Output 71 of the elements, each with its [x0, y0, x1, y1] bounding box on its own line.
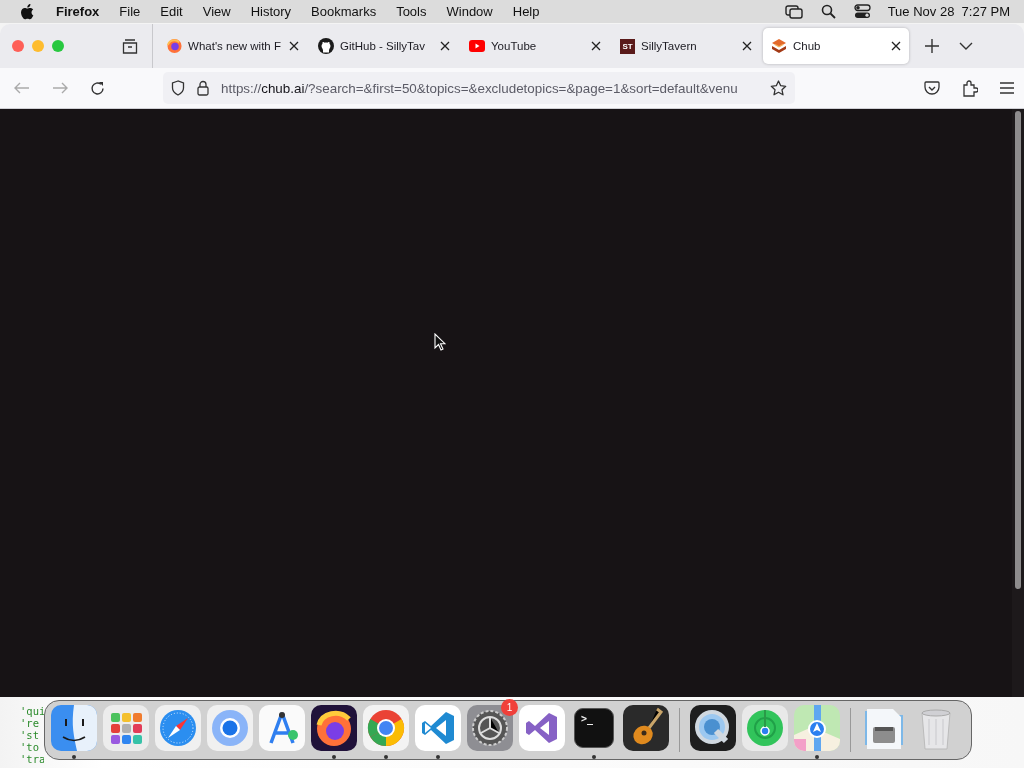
tricolor-ring-icon[interactable] [363, 705, 409, 751]
plus-icon[interactable] [925, 39, 939, 53]
running-indicator [592, 755, 596, 759]
lock-icon[interactable] [197, 80, 209, 96]
gear-icon[interactable] [467, 705, 513, 751]
browser-tab[interactable]: ST SillyTavern [612, 28, 760, 64]
tray-icon[interactable] [122, 38, 138, 54]
apple-icon[interactable] [20, 3, 34, 20]
stacked-layers-icon [771, 38, 787, 54]
control-center-icon[interactable] [853, 4, 871, 19]
pocket-icon[interactable] [924, 80, 940, 96]
app-menu[interactable]: Firefox [46, 4, 110, 19]
running-indicator [436, 755, 440, 759]
q-ring-icon[interactable] [690, 705, 736, 751]
search-icon[interactable] [820, 4, 836, 19]
code-line: 'to [20, 741, 40, 753]
menu-bar-clock[interactable]: Tue Nov 28 7:27 PM [887, 4, 1010, 19]
menu-item[interactable]: Bookmarks [301, 4, 387, 19]
compass-icon[interactable] [155, 705, 201, 751]
menu-item[interactable]: History [240, 4, 302, 19]
browser-tab[interactable]: YouTube [461, 28, 609, 64]
scrollbar[interactable] [1012, 109, 1024, 697]
menu-item[interactable]: View [192, 4, 241, 19]
menu-item[interactable]: Tools [386, 4, 437, 19]
code-line: 'tra [20, 753, 44, 765]
star-icon[interactable] [770, 79, 787, 97]
running-indicator [332, 755, 336, 759]
drafting-compass-icon[interactable] [259, 705, 305, 751]
close-window-button[interactable] [12, 40, 24, 52]
fox-globe-icon[interactable] [311, 705, 357, 751]
menu-item[interactable]: File [109, 4, 151, 19]
menu-item[interactable]: Help [502, 4, 550, 19]
reload-icon[interactable] [90, 80, 105, 96]
running-indicator [72, 755, 76, 759]
shield-icon[interactable] [171, 80, 185, 96]
notification-badge: 1 [501, 699, 518, 716]
radar-icon[interactable] [742, 705, 788, 751]
play-icon [469, 40, 485, 52]
close-tab-icon[interactable] [589, 39, 603, 53]
octocat-icon [318, 38, 334, 54]
map-icon[interactable] [794, 705, 840, 751]
chevron-down-icon[interactable] [959, 42, 973, 50]
guitar-icon[interactable] [623, 705, 669, 751]
close-tab-icon[interactable] [438, 39, 452, 53]
code-line: 'qui [20, 705, 44, 717]
ring-icon[interactable] [207, 705, 253, 751]
running-indicator [384, 755, 388, 759]
smiling-face-icon[interactable] [51, 705, 97, 751]
ribbon-icon[interactable] [415, 705, 461, 751]
fox-globe-icon [167, 38, 183, 54]
menu-icon[interactable] [1000, 82, 1014, 94]
browser-tab[interactable]: GitHub - SillyTav [310, 28, 458, 64]
code-line: 'st [20, 729, 40, 741]
app-grid-icon[interactable] [103, 705, 149, 751]
running-indicator [815, 755, 819, 759]
url-text: https://chub.ai/?search=&first=50&topics=&excludetopics=&page=1&sort=default&venu [221, 80, 739, 96]
browser-tab[interactable]: What's new with F [159, 28, 307, 64]
close-tab-icon[interactable] [889, 39, 903, 53]
address-bar[interactable]: https://chub.ai/?search=&first=50&topics=&excludetopics=&page=1&sort=default&venu [163, 72, 795, 104]
mouse-pointer-icon [434, 333, 446, 351]
angled-ribbon-icon[interactable] [519, 705, 565, 751]
menu-item[interactable]: Edit [150, 4, 193, 19]
screen-mirroring-icon[interactable] [784, 4, 803, 19]
browser-tab[interactable]: Chub [763, 28, 909, 64]
terminal-icon[interactable]: >_ [574, 708, 614, 748]
code-line: 're [20, 717, 40, 729]
puzzle-piece-icon[interactable] [962, 79, 978, 97]
monogram-icon: ST [620, 38, 635, 54]
close-tab-icon[interactable] [287, 39, 301, 53]
close-tab-icon[interactable] [740, 39, 754, 53]
menu-item[interactable]: Window [436, 4, 503, 19]
